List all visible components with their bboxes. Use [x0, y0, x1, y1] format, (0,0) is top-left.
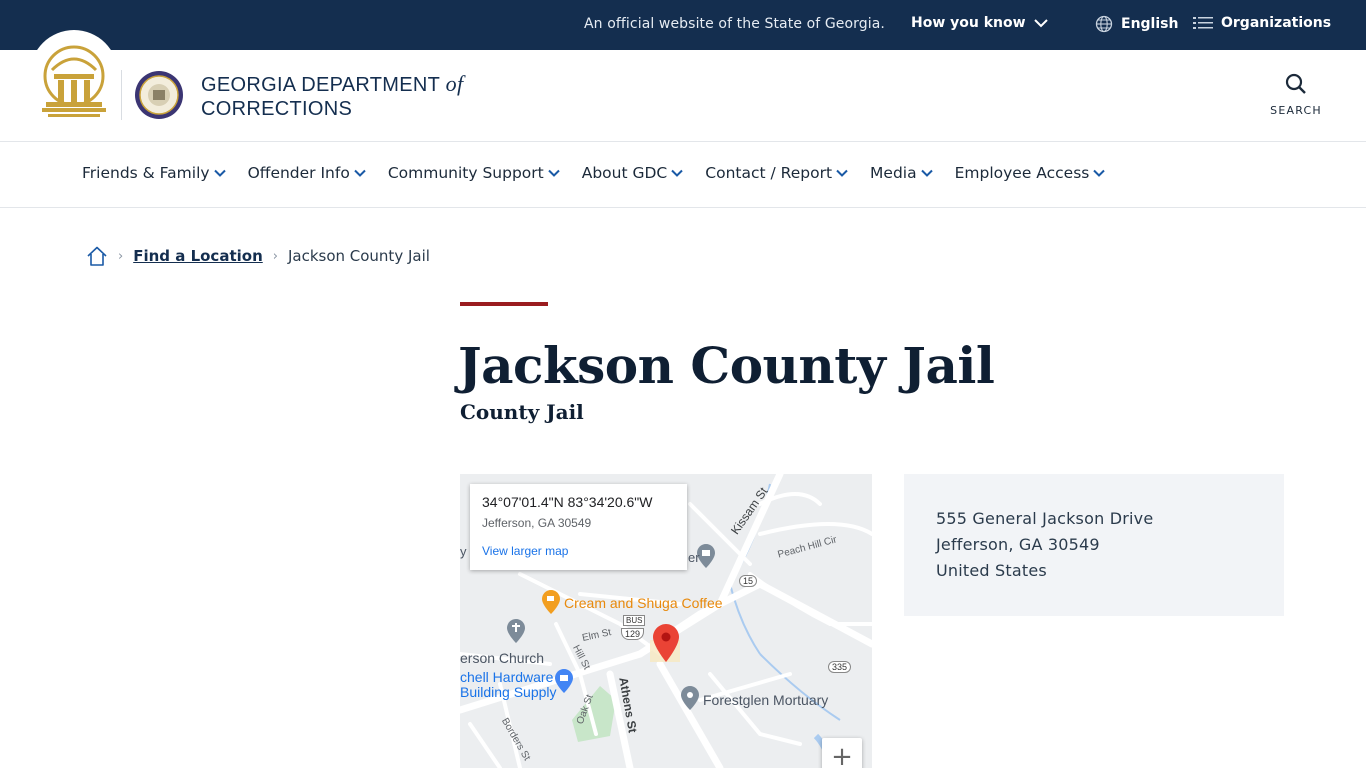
map-label-coffee[interactable]: Cream and Shuga Coffee: [564, 595, 723, 611]
page-subtitle: County Jail: [460, 400, 584, 424]
brand-line-2: CORRECTIONS: [201, 98, 353, 120]
nav-label: Community Support: [387, 164, 544, 182]
title-accent-bar: [460, 302, 548, 306]
nav-label: About GDC: [581, 164, 668, 182]
how-you-know-label: How you know: [911, 15, 1026, 31]
list-icon: [1193, 17, 1213, 29]
language-selector[interactable]: English: [1095, 15, 1178, 33]
nav-label: Employee Access: [954, 164, 1090, 182]
map-place: Jefferson, GA 30549: [482, 516, 592, 530]
address-line-2: Jefferson, GA 30549: [936, 535, 1100, 554]
nav-item-contact-report[interactable]: Contact / Report: [705, 164, 848, 182]
brand-of: of: [445, 71, 464, 96]
organizations-button[interactable]: Organizations: [1193, 15, 1331, 31]
main-navigation: Friends & Family Offender Info Community…: [0, 143, 1366, 208]
brand-line-1: GEORGIA DEPARTMENT: [201, 74, 440, 96]
site-header: GEORGIA DEPARTMENT of CORRECTIONS SEARCH: [0, 30, 1366, 142]
organizations-label: Organizations: [1221, 15, 1332, 31]
chevron-down-icon: [920, 169, 933, 177]
location-pin-icon[interactable]: [653, 624, 679, 662]
nav-item-employee-access[interactable]: Employee Access: [955, 164, 1106, 182]
map-label-er: er: [688, 550, 700, 565]
breadcrumb-find-location-link[interactable]: Find a Location: [133, 247, 263, 265]
nav-item-friends-family[interactable]: Friends & Family: [82, 164, 226, 182]
logo-divider: [121, 70, 122, 120]
map-label-mortuary[interactable]: Forestglen Mortuary: [703, 692, 828, 708]
breadcrumb-separator-icon: ›: [272, 248, 278, 264]
coffee-marker-icon[interactable]: [542, 590, 560, 614]
breadcrumb-current: Jackson County Jail: [287, 247, 430, 265]
official-website-text: An official website of the State of Geor…: [584, 16, 885, 32]
nav-label: Offender Info: [247, 164, 350, 182]
nav-item-offender-info[interactable]: Offender Info: [248, 164, 366, 182]
chevron-down-icon: [548, 169, 560, 177]
shopping-marker-icon[interactable]: [555, 669, 573, 693]
how-you-know-button[interactable]: How you know: [911, 15, 1048, 31]
site-brand[interactable]: GEORGIA DEPARTMENT of CORRECTIONS: [201, 72, 463, 121]
route-15-shield: 15: [739, 575, 758, 587]
chevron-down-icon: [1033, 19, 1048, 28]
chevron-down-icon: [671, 169, 683, 177]
search-button[interactable]: SEARCH: [1262, 72, 1330, 117]
page-title: Jackson County Jail: [458, 336, 995, 395]
language-label: English: [1121, 16, 1179, 32]
chevron-down-icon: [354, 169, 366, 177]
breadcrumb: › Find a Location › Jackson County Jail: [86, 245, 430, 267]
nav-label: Contact / Report: [705, 164, 833, 182]
nav-item-community-support[interactable]: Community Support: [388, 164, 560, 182]
address-line-3: United States: [936, 561, 1047, 580]
bus-label: BUS: [623, 615, 646, 626]
map-label-y: y: [460, 544, 467, 559]
nav-item-media[interactable]: Media: [870, 164, 933, 182]
map-zoom-in-button[interactable]: +: [822, 738, 862, 768]
chevron-down-icon: [836, 169, 848, 177]
address-box: 555 General Jackson Drive Jefferson, GA …: [904, 474, 1284, 616]
map-label-church[interactable]: erson Church: [460, 650, 544, 666]
globe-icon: [1095, 15, 1113, 33]
address-line-1: 555 General Jackson Drive: [936, 509, 1154, 528]
chevron-down-icon: [1093, 169, 1106, 177]
map-coordinates: 34°07'01.4"N 83°34'20.6"W: [482, 494, 653, 510]
nav-label: Media: [870, 164, 917, 182]
church-marker-icon[interactable]: [507, 619, 525, 643]
georgia-seal-link[interactable]: [30, 30, 118, 130]
route-335-shield: 335: [828, 661, 852, 673]
search-label: SEARCH: [1270, 104, 1322, 117]
location-map[interactable]: 34°07'01.4"N 83°34'20.6"W Jefferson, GA …: [460, 474, 872, 768]
nav-label: Friends & Family: [82, 164, 210, 182]
breadcrumb-separator-icon: ›: [118, 248, 124, 264]
map-info-card: 34°07'01.4"N 83°34'20.6"W Jefferson, GA …: [470, 484, 687, 570]
chevron-down-icon: [213, 169, 226, 177]
search-icon: [1285, 73, 1306, 94]
official-banner: An official website of the State of Geor…: [0, 0, 1366, 50]
map-label-hardware-1[interactable]: chell Hardware: [460, 669, 553, 685]
home-icon[interactable]: [86, 245, 108, 267]
nav-item-about-gdc[interactable]: About GDC: [582, 164, 684, 182]
georgia-seal-icon: [42, 45, 106, 117]
route-129-shield: 129: [621, 628, 645, 640]
mortuary-marker-icon[interactable]: [681, 686, 699, 710]
map-label-hardware-2[interactable]: Building Supply: [460, 684, 557, 700]
view-larger-map-link[interactable]: View larger map: [482, 544, 675, 558]
gdc-seal-icon[interactable]: [134, 70, 184, 120]
